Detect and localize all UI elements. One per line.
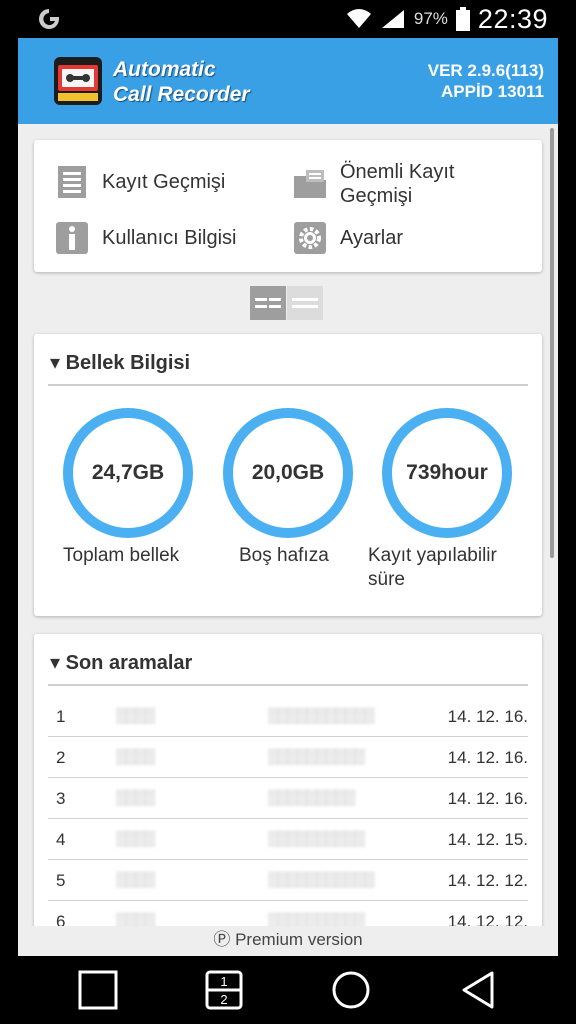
- memory-title-text: Bellek Bilgisi: [65, 352, 191, 374]
- app-name: Automatic Call Recorder: [113, 57, 250, 107]
- status-bar: 97% 22:39: [0, 0, 576, 38]
- multi-window-icon[interactable]: 1 2: [204, 970, 244, 1010]
- toggle-view-active[interactable]: [250, 286, 286, 320]
- battery-icon: [455, 7, 470, 31]
- call-number-redacted: ▒▒▒▒▒▒▒▒▒▒: [268, 748, 365, 765]
- back-icon[interactable]: [458, 970, 498, 1010]
- gauge-label: Kayıt yapılabilir süre: [368, 544, 497, 592]
- menu-item-important-history[interactable]: Önemli Kayıt Geçmişi: [292, 160, 454, 208]
- gauge-label: Boş hafıza: [239, 545, 329, 566]
- signal-icon: [381, 10, 404, 28]
- gauge-label: Toplam bellek: [63, 545, 180, 566]
- appid-label: APPİD 13011: [440, 82, 544, 101]
- gear-icon: [294, 222, 326, 254]
- app-window: Automatic Call Recorder VER 2.9.6(113) A…: [18, 38, 558, 956]
- call-number-redacted: ▒▒▒▒▒▒▒▒▒: [268, 789, 356, 806]
- call-index: 1: [56, 707, 66, 726]
- recents-icon[interactable]: [78, 970, 118, 1010]
- menu-label-important-history: Önemli Kayıt Geçmişi: [340, 160, 454, 208]
- info-icon: [56, 222, 88, 254]
- caret-down-icon: ▾: [50, 352, 61, 374]
- call-date: 14. 12. 12.: [447, 871, 528, 890]
- gauge-recordable: 739hour: [380, 406, 514, 540]
- folder-icon: [294, 170, 326, 198]
- app-name-line1: Automatic: [113, 58, 216, 81]
- call-number-redacted: ▒▒▒▒▒▒▒▒▒▒▒: [268, 871, 375, 888]
- call-name-redacted: ▒▒▒▒: [116, 707, 156, 724]
- caret-down-icon: ▾: [50, 652, 61, 674]
- version-label: VER 2.9.6(113): [427, 61, 544, 80]
- dots-icon: [292, 298, 318, 308]
- call-name-redacted: ▒▒▒▒: [116, 748, 156, 765]
- menu-label-call-history: Kayıt Geçmişi: [102, 171, 226, 193]
- calls-table: 1 ▒▒▒▒ ▒▒▒▒▒▒▒▒▒▒▒ 14. 12. 16. 2 ▒▒▒▒ ▒▒…: [48, 696, 528, 942]
- menu-item-call-history[interactable]: Kayıt Geçmişi: [54, 164, 225, 200]
- recent-calls-card: ▾ Son aramalar 1 ▒▒▒▒ ▒▒▒▒▒▒▒▒▒▒▒ 14. 12…: [34, 634, 542, 956]
- table-row[interactable]: 2 ▒▒▒▒ ▒▒▒▒▒▒▒▒▒▒ 14. 12. 16.: [48, 737, 528, 778]
- navigation-bar: 1 2: [0, 956, 576, 1024]
- divider: [48, 384, 528, 386]
- memory-section-title[interactable]: ▾ Bellek Bilgisi: [50, 350, 190, 375]
- menu-label-important-line2: Geçmişi: [340, 185, 413, 207]
- call-name-redacted: ▒▒▒▒: [116, 871, 156, 888]
- menu-card: Kayıt Geçmişi Önemli Kayıt Geçmişi Kulla…: [34, 140, 542, 272]
- menu-item-settings[interactable]: Ayarlar: [292, 220, 403, 256]
- gauge-label-line1: Kayıt yapılabilir: [368, 545, 497, 566]
- home-icon[interactable]: [331, 970, 371, 1010]
- call-name-redacted: ▒▒▒▒: [116, 789, 156, 806]
- wifi-icon: [346, 9, 371, 28]
- recent-calls-title-text: Son aramalar: [65, 652, 193, 674]
- call-number-redacted: ▒▒▒▒▒▒▒▒▒▒▒: [268, 707, 375, 724]
- svg-text:2: 2: [220, 992, 227, 1007]
- menu-label-user-info: Kullanıcı Bilgisi: [102, 227, 237, 249]
- table-row[interactable]: 1 ▒▒▒▒ ▒▒▒▒▒▒▒▒▒▒▒ 14. 12. 16.: [48, 696, 528, 737]
- premium-version-link[interactable]: Ⓟ Premium version: [18, 926, 558, 956]
- recent-calls-title[interactable]: ▾ Son aramalar: [50, 650, 192, 675]
- call-index: 2: [56, 748, 66, 767]
- menu-label-settings: Ayarlar: [340, 227, 403, 249]
- gauge-value: 24,7GB: [91, 461, 165, 484]
- table-row[interactable]: 5 ▒▒▒▒ ▒▒▒▒▒▒▒▒▒▒▒ 14. 12. 12.: [48, 860, 528, 901]
- app-header: Automatic Call Recorder VER 2.9.6(113) A…: [18, 38, 558, 124]
- app-name-line2: Call Recorder: [113, 83, 250, 106]
- gauge-value: 739hour: [406, 461, 488, 484]
- table-row[interactable]: 4 ▒▒▒▒ ▒▒▒▒▒▒▒▒▒▒ 14. 12. 15.: [48, 819, 528, 860]
- call-number-redacted: ▒▒▒▒▒▒▒▒▒▒: [268, 830, 365, 847]
- battery-percent: 97%: [413, 9, 448, 28]
- gauge-value: 20,0GB: [251, 461, 325, 484]
- menu-item-user-info[interactable]: Kullanıcı Bilgisi: [54, 220, 237, 256]
- notification-icon: [39, 9, 59, 29]
- bars-icon: [255, 298, 281, 308]
- call-date: 14. 12. 16.: [447, 789, 528, 808]
- svg-text:1: 1: [220, 974, 227, 989]
- list-icon: [58, 166, 86, 198]
- clock: 22:39: [477, 3, 548, 34]
- table-row[interactable]: 3 ▒▒▒▒ ▒▒▒▒▒▒▒▒▒ 14. 12. 16.: [48, 778, 528, 819]
- version-info: VER 2.9.6(113) APPİD 13011: [428, 60, 544, 102]
- gauge-total: 24,7GB: [61, 406, 195, 540]
- call-date: 14. 12. 16.: [447, 707, 528, 726]
- menu-label-important-line1: Önemli Kayıt: [340, 161, 455, 183]
- memory-card: ▾ Bellek Bilgisi 24,7GB Toplam bellek 20…: [34, 334, 542, 616]
- toggle-view-inactive[interactable]: [287, 286, 323, 320]
- call-name-redacted: ▒▒▒▒: [116, 830, 156, 847]
- call-date: 14. 12. 15.: [447, 830, 528, 849]
- app-logo: [54, 57, 102, 105]
- call-date: 14. 12. 16.: [447, 748, 528, 767]
- divider: [48, 684, 528, 686]
- gauge-label-line2: süre: [368, 569, 405, 590]
- view-toggle[interactable]: [250, 286, 323, 320]
- scrollbar[interactable]: [550, 128, 554, 558]
- call-index: 3: [56, 789, 66, 808]
- call-index: 4: [56, 830, 66, 849]
- gauge-free: 20,0GB: [221, 406, 355, 540]
- call-index: 5: [56, 871, 66, 890]
